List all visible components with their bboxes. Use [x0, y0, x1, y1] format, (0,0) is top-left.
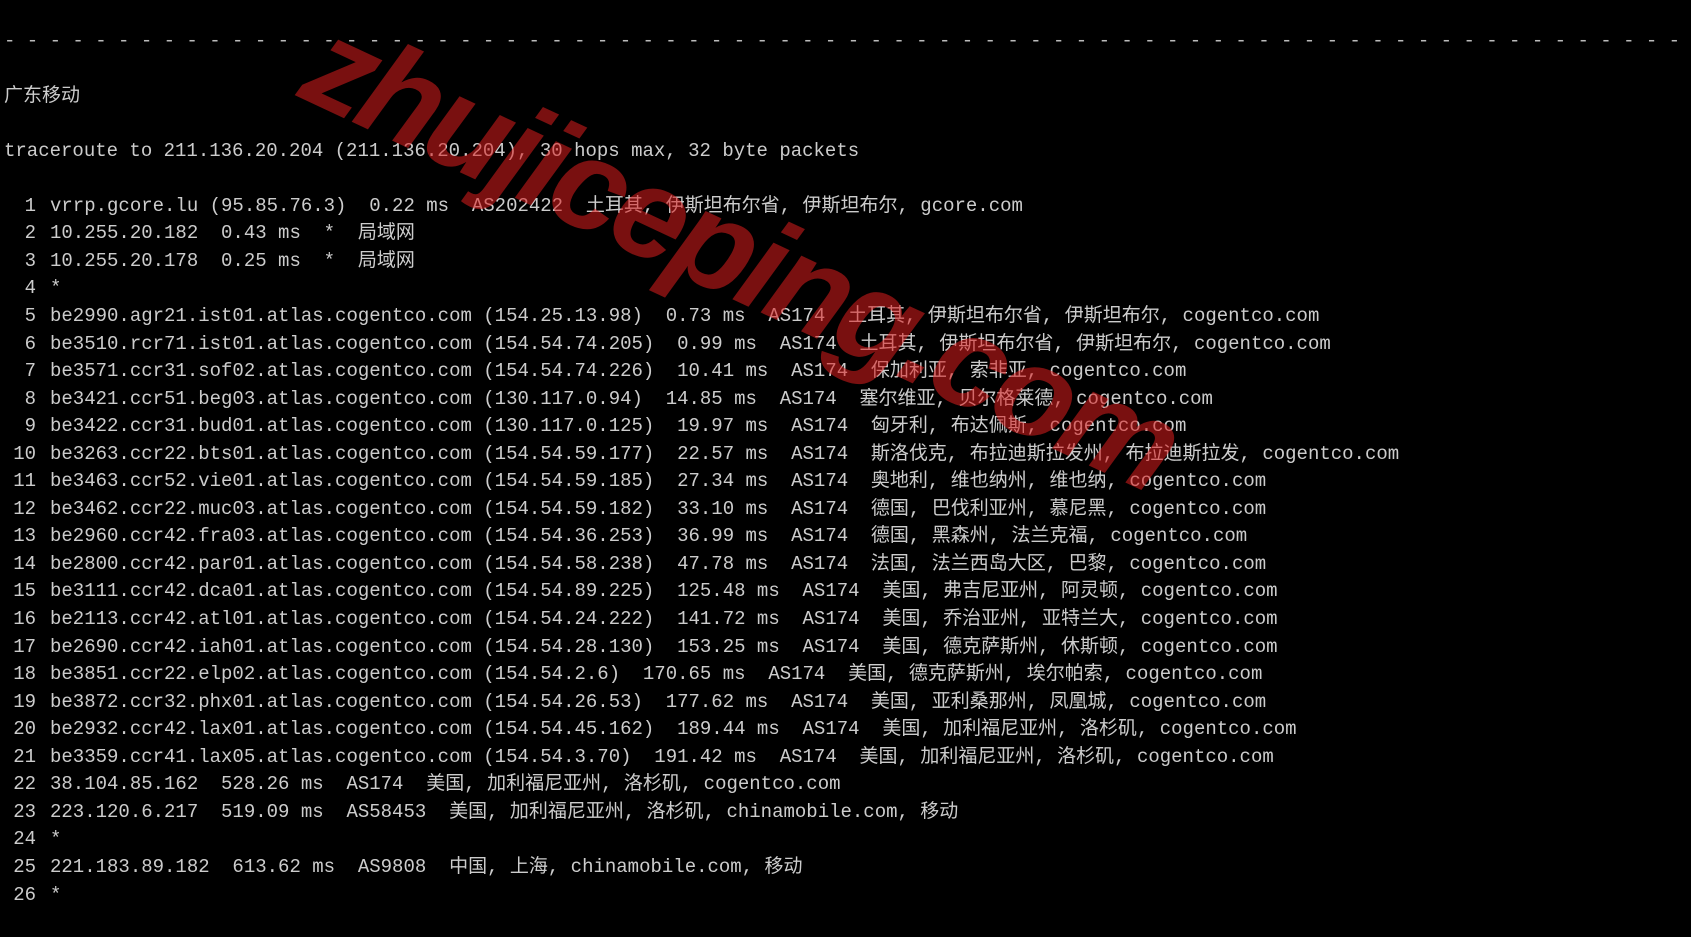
hop-content: be3422.ccr31.bud01.atlas.cogentco.com (1…	[36, 413, 1186, 441]
hop-line: 210.255.20.182 0.43 ms * 局域网	[4, 220, 1691, 248]
hop-number: 18	[4, 661, 36, 689]
hop-content: be2113.ccr42.atl01.atlas.cogentco.com (1…	[36, 606, 1278, 634]
hop-number: 20	[4, 716, 36, 744]
hop-line: 20be2932.ccr42.lax01.atlas.cogentco.com …	[4, 716, 1691, 744]
hop-content: 221.183.89.182 613.62 ms AS9808 中国, 上海, …	[36, 854, 803, 882]
hop-line: 26*	[4, 882, 1691, 910]
hop-number: 19	[4, 689, 36, 717]
hop-number: 4	[4, 275, 36, 303]
hop-content: be3263.ccr22.bts01.atlas.cogentco.com (1…	[36, 441, 1399, 469]
hop-content: be3571.ccr31.sof02.atlas.cogentco.com (1…	[36, 358, 1186, 386]
hop-line: 8be3421.ccr51.beg03.atlas.cogentco.com (…	[4, 386, 1691, 414]
hop-number: 17	[4, 634, 36, 662]
hop-line: 310.255.20.178 0.25 ms * 局域网	[4, 248, 1691, 276]
hop-content: 10.255.20.178 0.25 ms * 局域网	[36, 248, 415, 276]
hop-line: 7be3571.ccr31.sof02.atlas.cogentco.com (…	[4, 358, 1691, 386]
hop-line: 17be2690.ccr42.iah01.atlas.cogentco.com …	[4, 634, 1691, 662]
hop-number: 14	[4, 551, 36, 579]
terminal-output: - - - - - - - - - - - - - - - - - - - - …	[0, 0, 1691, 937]
hop-number: 8	[4, 386, 36, 414]
hop-number: 24	[4, 826, 36, 854]
hop-line: 23223.120.6.217 519.09 ms AS58453 美国, 加利…	[4, 799, 1691, 827]
hop-content: *	[36, 275, 61, 303]
hop-content: be3421.ccr51.beg03.atlas.cogentco.com (1…	[36, 386, 1213, 414]
hop-number: 13	[4, 523, 36, 551]
traceroute-header: traceroute to 211.136.20.204 (211.136.20…	[4, 138, 1691, 166]
hop-line: 25221.183.89.182 613.62 ms AS9808 中国, 上海…	[4, 854, 1691, 882]
hop-line: 16be2113.ccr42.atl01.atlas.cogentco.com …	[4, 606, 1691, 634]
hop-number: 12	[4, 496, 36, 524]
hop-number: 6	[4, 331, 36, 359]
hop-line: 14be2800.ccr42.par01.atlas.cogentco.com …	[4, 551, 1691, 579]
hop-line: 9be3422.ccr31.bud01.atlas.cogentco.com (…	[4, 413, 1691, 441]
hop-line: 10be3263.ccr22.bts01.atlas.cogentco.com …	[4, 441, 1691, 469]
hop-number: 10	[4, 441, 36, 469]
hop-content: *	[36, 882, 61, 910]
hop-content: be2990.agr21.ist01.atlas.cogentco.com (1…	[36, 303, 1319, 331]
hop-content: be3111.ccr42.dca01.atlas.cogentco.com (1…	[36, 578, 1278, 606]
hop-content: be3463.ccr52.vie01.atlas.cogentco.com (1…	[36, 468, 1266, 496]
hop-content: be2800.ccr42.par01.atlas.cogentco.com (1…	[36, 551, 1266, 579]
separator-line: - - - - - - - - - - - - - - - - - - - - …	[4, 28, 1691, 56]
hops-list: 1vrrp.gcore.lu (95.85.76.3) 0.22 ms AS20…	[4, 193, 1691, 909]
hop-line: 6be3510.rcr71.ist01.atlas.cogentco.com (…	[4, 331, 1691, 359]
hop-number: 15	[4, 578, 36, 606]
hop-number: 1	[4, 193, 36, 221]
hop-line: 12be3462.ccr22.muc03.atlas.cogentco.com …	[4, 496, 1691, 524]
hop-line: 13be2960.ccr42.fra03.atlas.cogentco.com …	[4, 523, 1691, 551]
hop-number: 5	[4, 303, 36, 331]
hop-content: 38.104.85.162 528.26 ms AS174 美国, 加利福尼亚州…	[36, 771, 841, 799]
hop-content: be3851.ccr22.elp02.atlas.cogentco.com (1…	[36, 661, 1262, 689]
hop-line: 21be3359.ccr41.lax05.atlas.cogentco.com …	[4, 744, 1691, 772]
hop-line: 4*	[4, 275, 1691, 303]
hop-number: 25	[4, 854, 36, 882]
hop-line: 2238.104.85.162 528.26 ms AS174 美国, 加利福尼…	[4, 771, 1691, 799]
hop-content: be3462.ccr22.muc03.atlas.cogentco.com (1…	[36, 496, 1266, 524]
hop-line: 15be3111.ccr42.dca01.atlas.cogentco.com …	[4, 578, 1691, 606]
hop-content: be2960.ccr42.fra03.atlas.cogentco.com (1…	[36, 523, 1247, 551]
hop-line: 1vrrp.gcore.lu (95.85.76.3) 0.22 ms AS20…	[4, 193, 1691, 221]
hop-content: vrrp.gcore.lu (95.85.76.3) 0.22 ms AS202…	[36, 193, 1023, 221]
hop-number: 23	[4, 799, 36, 827]
hop-number: 3	[4, 248, 36, 276]
hop-number: 9	[4, 413, 36, 441]
hop-content: be3510.rcr71.ist01.atlas.cogentco.com (1…	[36, 331, 1331, 359]
hop-number: 22	[4, 771, 36, 799]
hop-number: 7	[4, 358, 36, 386]
hop-line: 11be3463.ccr52.vie01.atlas.cogentco.com …	[4, 468, 1691, 496]
hop-number: 26	[4, 882, 36, 910]
hop-number: 16	[4, 606, 36, 634]
hop-line: 18be3851.ccr22.elp02.atlas.cogentco.com …	[4, 661, 1691, 689]
hop-content: be3359.ccr41.lax05.atlas.cogentco.com (1…	[36, 744, 1274, 772]
hop-number: 21	[4, 744, 36, 772]
hop-content: *	[36, 826, 61, 854]
hop-line: 5be2990.agr21.ist01.atlas.cogentco.com (…	[4, 303, 1691, 331]
hop-content: be2932.ccr42.lax01.atlas.cogentco.com (1…	[36, 716, 1297, 744]
hop-content: be2690.ccr42.iah01.atlas.cogentco.com (1…	[36, 634, 1278, 662]
isp-title: 广东移动	[4, 83, 1691, 111]
hop-line: 24*	[4, 826, 1691, 854]
hop-content: 223.120.6.217 519.09 ms AS58453 美国, 加利福尼…	[36, 799, 958, 827]
hop-number: 2	[4, 220, 36, 248]
hop-content: 10.255.20.182 0.43 ms * 局域网	[36, 220, 415, 248]
hop-line: 19be3872.ccr32.phx01.atlas.cogentco.com …	[4, 689, 1691, 717]
hop-number: 11	[4, 468, 36, 496]
hop-content: be3872.ccr32.phx01.atlas.cogentco.com (1…	[36, 689, 1266, 717]
